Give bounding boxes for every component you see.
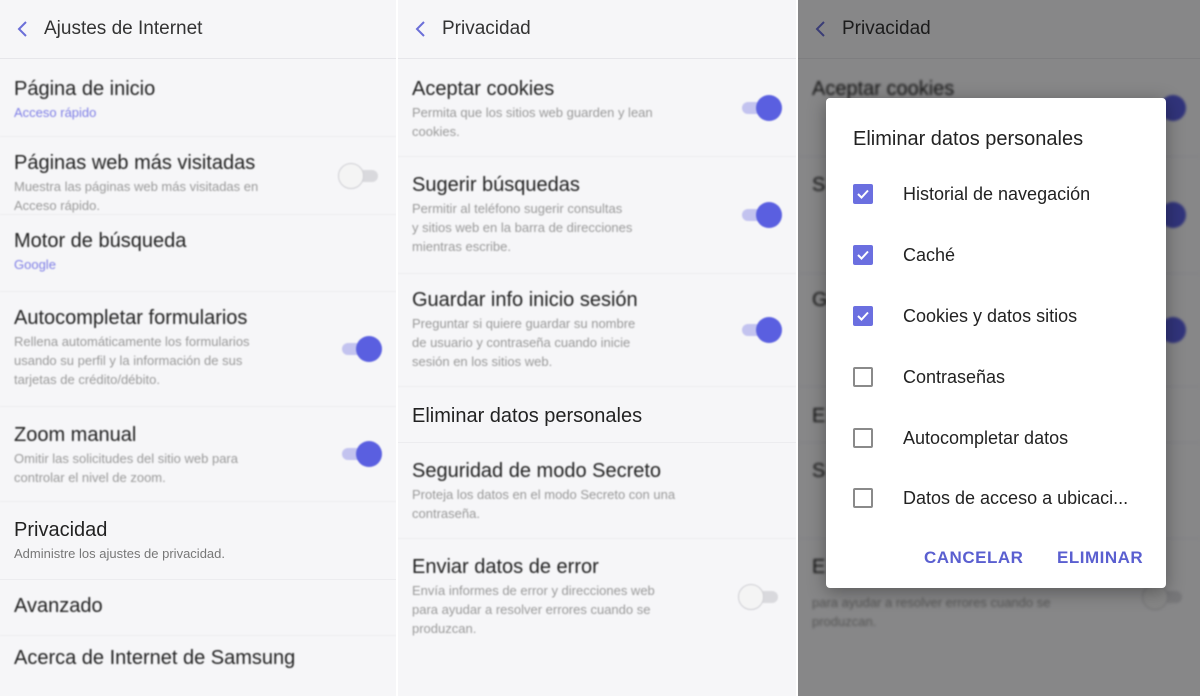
setting-title: Página de inicio [14, 78, 156, 100]
setting-title: Privacidad [14, 519, 108, 541]
setting-desc: Administre los ajustes de privacidad. [14, 546, 225, 561]
setting-value: Acceso rápido [14, 105, 97, 120]
setting-advanced[interactable]: Avanzado [0, 580, 396, 636]
send-error-data-toggle[interactable] [738, 584, 782, 610]
option-label: Cookies y datos sitios [903, 305, 1078, 326]
setting-title: Aceptar cookies [412, 78, 555, 100]
setting-send-error-data[interactable]: Enviar datos de error Envía informes de … [398, 539, 796, 659]
most-visited-toggle[interactable] [338, 162, 382, 189]
setting-about[interactable]: Acerca de Internet de Samsung [0, 636, 396, 686]
checkbox-checked-icon[interactable] [853, 306, 873, 326]
setting-title: Guardar info inicio sesión [412, 289, 638, 311]
back-arrow-icon [415, 21, 425, 37]
option-passwords[interactable]: Contraseñas [853, 362, 1153, 392]
option-cache[interactable]: Caché [853, 240, 1153, 270]
checkbox-checked-icon[interactable] [853, 184, 873, 204]
app-bar: Privacidad [398, 0, 796, 59]
option-label: Contraseñas [903, 366, 1006, 387]
setting-value: Google [14, 257, 56, 272]
save-login-toggle[interactable] [738, 317, 782, 343]
option-label: Autocompletar datos [903, 427, 1069, 448]
setting-suggest-searches[interactable]: Sugerir búsquedas Permitir al teléfono s… [398, 157, 796, 274]
option-cookies[interactable]: Cookies y datos sitios [853, 301, 1153, 331]
page-title: Privacidad [442, 18, 531, 39]
setting-desc: Rellena automáticamente los formularios u… [14, 334, 250, 387]
setting-secret-mode-security[interactable]: Seguridad de modo Secreto Proteja los da… [398, 443, 796, 539]
setting-desc: Permita que los sitios web guarden y lea… [412, 105, 653, 139]
setting-title: Zoom manual [14, 424, 137, 446]
setting-desc: Proteja los datos en el modo Secreto con… [412, 487, 676, 521]
setting-title: Motor de búsqueda [14, 230, 187, 252]
delete-button[interactable]: ELIMINAR [1057, 548, 1143, 568]
privacy-panel-with-dialog: Privacidad Aceptar cookies S G E S E par… [798, 0, 1200, 696]
setting-title: Autocompletar formularios [14, 307, 248, 329]
option-label: Caché [903, 244, 956, 265]
setting-home-page[interactable]: Página de inicio Acceso rápido [0, 59, 396, 137]
option-browsing-history[interactable]: Historial de navegación [853, 179, 1153, 209]
delete-personal-data-dialog: Eliminar datos personales Historial de n… [826, 98, 1166, 588]
checkbox-unchecked-icon[interactable] [853, 367, 873, 387]
back-button[interactable] [398, 20, 442, 38]
setting-title: Sugerir búsquedas [412, 174, 580, 196]
accept-cookies-toggle[interactable] [738, 94, 782, 121]
suggest-searches-toggle[interactable] [738, 202, 782, 228]
setting-privacy[interactable]: Privacidad Administre los ajustes de pri… [0, 502, 396, 580]
setting-desc: Omitir las solicitudes del sitio web par… [14, 451, 238, 485]
setting-manual-zoom[interactable]: Zoom manual Omitir las solicitudes del s… [0, 407, 396, 502]
setting-desc: Permitir al teléfono sugerir consultas y … [412, 201, 633, 254]
option-autofill-data[interactable]: Autocompletar datos [853, 423, 1153, 453]
setting-title: Seguridad de modo Secreto [412, 460, 662, 482]
setting-title: Avanzado [14, 595, 103, 617]
setting-autofill[interactable]: Autocompletar formularios Rellena automá… [0, 292, 396, 407]
setting-delete-personal-data[interactable]: Eliminar datos personales [398, 387, 796, 443]
setting-title: Enviar datos de error [412, 556, 599, 578]
setting-title: Páginas web más visitadas [14, 152, 256, 174]
setting-desc: Preguntar si quiere guardar su nombre de … [412, 316, 636, 369]
cancel-button[interactable]: CANCELAR [924, 548, 1023, 568]
manual-zoom-toggle[interactable] [338, 441, 382, 467]
app-bar: Ajustes de Internet [0, 0, 396, 59]
back-arrow-icon [17, 21, 27, 37]
checkbox-checked-icon[interactable] [853, 245, 873, 265]
option-label: Historial de navegación [903, 183, 1091, 204]
dialog-title: Eliminar datos personales [853, 128, 1084, 150]
checkbox-unchecked-icon[interactable] [853, 488, 873, 508]
autofill-toggle[interactable] [338, 336, 382, 362]
setting-save-login[interactable]: Guardar info inicio sesión Preguntar si … [398, 274, 796, 387]
settings-panel-privacy: Privacidad Aceptar cookies Permita que l… [398, 0, 796, 696]
option-location-access[interactable]: Datos de acceso a ubicaci... [853, 483, 1153, 513]
page-title: Ajustes de Internet [44, 18, 203, 39]
setting-desc: Envía informes de error y direcciones we… [412, 583, 655, 636]
setting-accept-cookies[interactable]: Aceptar cookies Permita que los sitios w… [398, 59, 796, 157]
setting-title: Acerca de Internet de Samsung [14, 647, 296, 669]
setting-title: Eliminar datos personales [412, 405, 643, 427]
setting-search-engine[interactable]: Motor de búsqueda Google [0, 215, 396, 292]
checkbox-unchecked-icon[interactable] [853, 428, 873, 448]
option-label: Datos de acceso a ubicaci... [903, 487, 1129, 508]
settings-panel-internet: Ajustes de Internet Página de inicio Acc… [0, 0, 396, 696]
setting-most-visited[interactable]: Páginas web más visitadas Muestra las pá… [0, 137, 396, 215]
back-button[interactable] [0, 20, 44, 38]
setting-desc: Muestra las páginas web más visitadas en… [14, 179, 259, 213]
